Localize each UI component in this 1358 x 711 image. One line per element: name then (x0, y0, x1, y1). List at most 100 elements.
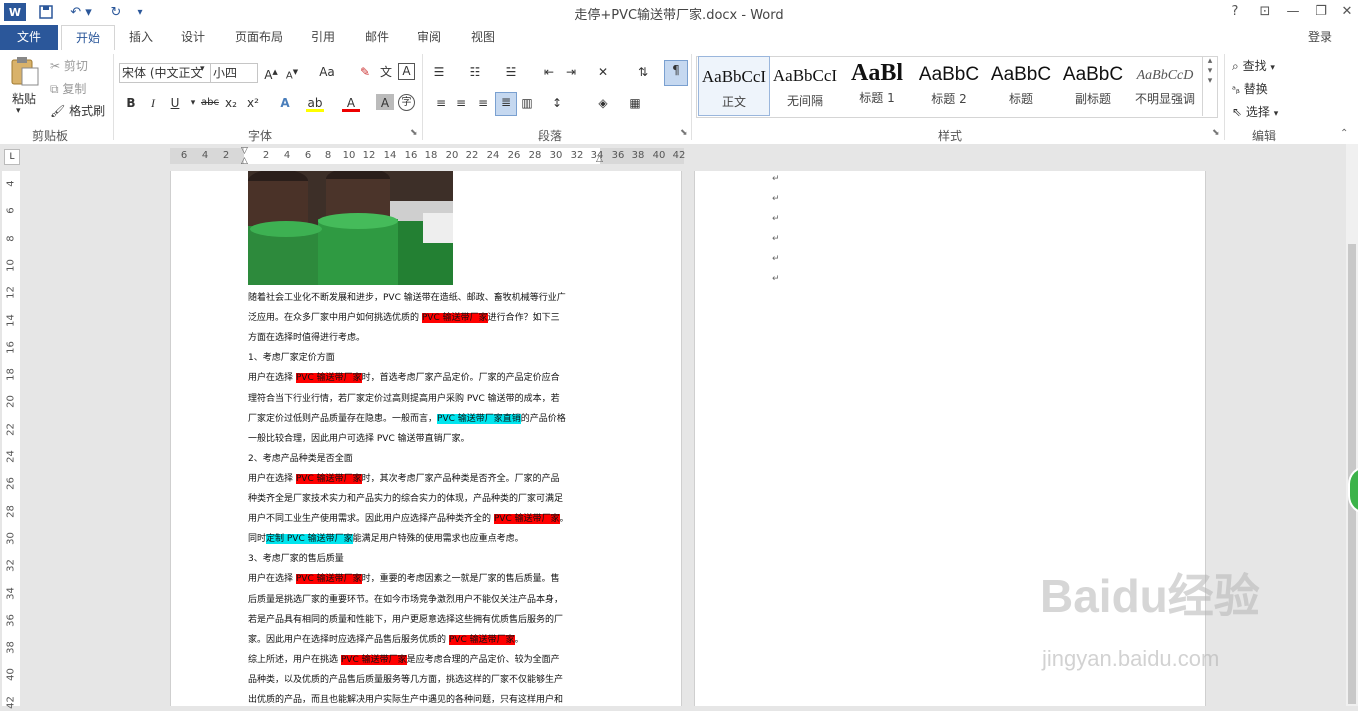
paste-dropdown-icon[interactable]: ▾ (16, 106, 21, 116)
vertical-scrollbar[interactable] (1346, 144, 1358, 706)
indent-marker-icon[interactable]: ▽ △ (241, 146, 248, 166)
paste-button[interactable]: 粘贴 (12, 90, 36, 107)
tab-selector-icon[interactable]: L (4, 149, 20, 165)
font-color-icon[interactable]: A (342, 94, 360, 112)
tab-home[interactable]: 开始 (61, 25, 115, 52)
line-spacing-icon[interactable]: ↕ (548, 94, 566, 112)
font-family-combo[interactable]: 宋体 (中文正文 (119, 63, 211, 83)
highlighted-text: PVC 输送带厂家 (421, 313, 488, 324)
ribbon-display-button[interactable]: ⊡ (1252, 2, 1278, 22)
vertical-ruler-tick-label: 36 (5, 613, 17, 627)
tab-view[interactable]: 视图 (462, 25, 504, 50)
font-size-combo[interactable]: 小四 (210, 63, 258, 83)
text-effects-icon[interactable]: A (276, 94, 294, 112)
change-case-button[interactable]: Aa (312, 63, 342, 81)
decrease-indent-icon[interactable]: ⇤ (540, 63, 558, 81)
style-item-heading-1[interactable]: AaBl 标题 1 (842, 56, 912, 114)
sort-icon[interactable]: ⇅ (634, 63, 652, 81)
styles-group-label: 样式 (937, 129, 962, 143)
ruler-tick-label: 4 (201, 150, 209, 161)
distributed-icon[interactable]: ▥ (518, 94, 536, 112)
help-button[interactable]: ? (1222, 2, 1248, 22)
style-item-no-spacing[interactable]: AaBbCcI 无间隔 (770, 56, 840, 114)
multilevel-list-icon[interactable]: ☱ (502, 63, 520, 81)
styles-scroll-icon[interactable]: ▴ ▾ ▾ (1202, 56, 1217, 116)
styles-dialog-launcher-icon[interactable]: ⬊ (1212, 128, 1220, 138)
style-name-label: 标题 (1008, 92, 1033, 106)
tab-review[interactable]: 审阅 (408, 25, 450, 50)
style-name-label: 无间隔 (786, 94, 823, 108)
tab-file[interactable]: 文件 (0, 25, 58, 50)
clear-formatting-icon[interactable]: ✎ (356, 63, 374, 81)
character-border-icon[interactable]: A (398, 63, 415, 80)
align-center-icon[interactable]: ≡ (452, 94, 470, 112)
minimize-button[interactable]: — (1280, 2, 1306, 22)
cut-button[interactable]: ✂ 剪切 (50, 57, 88, 74)
replace-button[interactable]: ᵃᵦ 替换 (1232, 80, 1268, 97)
paragraph-mark: ↵ (772, 254, 780, 264)
paragraph-dialog-launcher-icon[interactable]: ⬊ (680, 128, 688, 138)
select-button[interactable]: ⇖ 选择 ▾ (1232, 103, 1278, 120)
collapse-ribbon-icon[interactable]: ⌃ (1340, 128, 1348, 139)
text-run: 。 (514, 634, 524, 645)
tab-design[interactable]: 设计 (172, 25, 214, 50)
align-right-icon[interactable]: ≡ (474, 94, 492, 112)
align-left-icon[interactable]: ≡ (432, 94, 450, 112)
grow-font-icon[interactable]: A▲ (262, 63, 280, 82)
font-dialog-launcher-icon[interactable]: ⬊ (410, 128, 418, 138)
maximize-button[interactable]: ❐ (1308, 2, 1334, 22)
vertical-ruler-tick-label: 16 (5, 340, 17, 354)
style-item-subtitle[interactable]: AaBbC 副标题 (1058, 56, 1128, 114)
style-item-subtle-emphasis[interactable]: AaBbCcD 不明显强调 (1130, 56, 1200, 114)
highlighted-text: PVC 输送带厂家 (340, 654, 407, 665)
subscript-button[interactable]: x₂ (222, 94, 240, 112)
tab-mailings[interactable]: 邮件 (356, 25, 398, 50)
format-painter-button[interactable]: 🖌 格式刷 (50, 102, 105, 119)
phonetic-guide-icon[interactable]: 文 (377, 63, 395, 81)
bold-button[interactable]: B (122, 94, 140, 112)
increase-indent-icon[interactable]: ⇥ (562, 63, 580, 81)
text-run: 随着社会工业化不断发展和进步，PVC 输送带在造纸、邮政、畜牧机械等行业广 (248, 293, 566, 303)
right-indent-marker-icon[interactable]: △ (596, 154, 603, 164)
justify-icon[interactable]: ≣ (495, 92, 517, 116)
borders-icon[interactable]: ▦ (626, 94, 644, 112)
text-highlight-icon[interactable]: ab (306, 94, 324, 112)
shrink-font-icon[interactable]: A▼ (283, 63, 301, 81)
conveyor-belt-image[interactable] (248, 171, 453, 285)
baidu-watermark: Baidu经验 (1040, 570, 1260, 622)
paste-icon[interactable] (8, 56, 44, 86)
character-shading-icon[interactable]: A (376, 94, 394, 110)
style-item-heading-2[interactable]: AaBbC 标题 2 (914, 56, 984, 114)
superscript-button[interactable]: x² (244, 94, 262, 112)
highlighted-text: PVC 输送带厂家 (295, 473, 362, 484)
tab-references[interactable]: 引用 (302, 25, 344, 50)
signin-link[interactable]: 登录 (1300, 25, 1340, 50)
close-button[interactable]: ✕ (1334, 2, 1358, 22)
strikethrough-button[interactable]: abc (198, 94, 222, 112)
text-run: 用户在选择 (248, 473, 296, 484)
text-run: 同时 (248, 534, 267, 545)
style-item-normal[interactable]: AaBbCcI 正文 (698, 56, 770, 116)
document-line: 用户在选择 PVC 输送带厂家时，重要的考虑因素之一就是厂家的售后质量。售 (248, 572, 560, 586)
vertical-ruler-tick-label: 30 (5, 532, 17, 545)
show-formatting-marks-icon[interactable]: ¶ (664, 60, 688, 86)
font-family-dropdown-icon[interactable]: ▾ (200, 64, 205, 74)
tab-insert[interactable]: 插入 (120, 25, 162, 50)
copy-button[interactable]: ⧉ 复制 (50, 80, 86, 97)
cursor-icon: ⇖ (1232, 105, 1243, 119)
vertical-ruler-tick-label: 8 (5, 234, 17, 242)
bullets-icon[interactable]: ☰ (430, 63, 448, 81)
replace-icon: ᵃᵦ (1232, 85, 1240, 96)
tab-layout[interactable]: 页面布局 (226, 25, 292, 50)
numbering-icon[interactable]: ☷ (466, 63, 484, 81)
underline-button[interactable]: U (166, 94, 184, 112)
shading-icon[interactable]: ◈ (594, 94, 612, 112)
style-item-title[interactable]: AaBbC 标题 (986, 56, 1056, 114)
find-button[interactable]: ⌕ 查找 ▾ (1232, 57, 1275, 74)
vertical-ruler-tick-label: 26 (5, 477, 17, 491)
paragraph-mark: ↵ (772, 234, 780, 244)
enclose-characters-icon[interactable]: 字 (398, 94, 415, 111)
italic-button[interactable]: I (144, 94, 162, 112)
paragraph-mark: ↵ (772, 174, 780, 184)
chinese-layout-icon[interactable]: ✕ (594, 63, 612, 81)
